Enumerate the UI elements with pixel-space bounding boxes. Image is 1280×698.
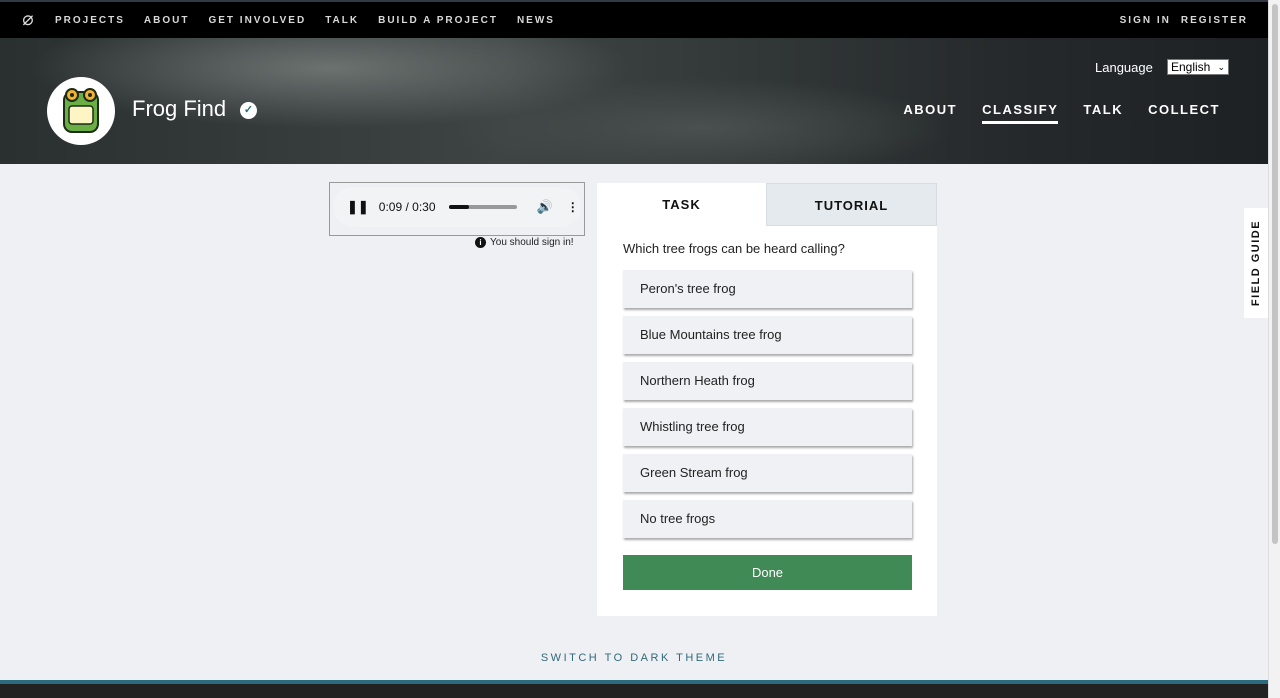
task-panel: TASK TUTORIAL Which tree frogs can be he… [597,183,937,616]
chevron-down-icon: ⌄ [1217,62,1225,72]
tab-tutorial[interactable]: TUTORIAL [766,183,937,226]
zooniverse-logo-icon[interactable]: ⌀ [19,10,37,29]
project-nav-collect[interactable]: COLLECT [1148,102,1220,124]
nav-projects[interactable]: PROJECTS [55,15,125,26]
language-select[interactable]: English ⌄ [1167,59,1229,75]
project-nav-classify[interactable]: CLASSIFY [982,102,1059,124]
register-link[interactable]: REGISTER [1181,15,1248,26]
sign-in-notice-text: You should sign in! [490,237,574,248]
footer [0,680,1268,698]
top-navigation: ⌀ PROJECTS ABOUT GET INVOLVED TALK BUILD… [0,0,1268,38]
nav-get-involved[interactable]: GET INVOLVED [208,15,306,26]
verified-check-icon: ✓ [240,102,257,119]
nav-news[interactable]: NEWS [517,15,555,26]
option-no-tree-frogs[interactable]: No tree frogs [623,500,912,538]
tab-task[interactable]: TASK [597,183,766,226]
switch-theme-button[interactable]: SWITCH TO DARK THEME [0,652,1268,664]
nav-about[interactable]: ABOUT [144,15,190,26]
option-blue-mountains-tree-frog[interactable]: Blue Mountains tree frog [623,316,912,354]
project-nav-talk[interactable]: TALK [1083,102,1123,124]
time-display: 0:09 / 0:30 [378,200,436,214]
scrollbar-thumb[interactable] [1272,4,1278,544]
option-green-stream-frog[interactable]: Green Stream frog [623,454,912,492]
done-button[interactable]: Done [623,555,912,590]
task-question: Which tree frogs can be heard calling? [623,241,845,256]
nav-build-project[interactable]: BUILD A PROJECT [378,15,498,26]
audio-player: ❚❚ 0:09 / 0:30 🔊 ⋮ [329,182,585,236]
info-icon: i [475,237,486,248]
nav-talk[interactable]: TALK [325,15,359,26]
project-nav-about[interactable]: ABOUT [903,102,957,124]
language-value: English [1171,60,1211,74]
sign-in-link[interactable]: SIGN IN [1120,15,1171,26]
seek-progress [448,205,469,209]
scrollbar[interactable] [1268,0,1280,698]
volume-icon[interactable]: 🔊 [537,199,553,215]
project-navigation: ABOUT CLASSIFY TALK COLLECT [903,102,1220,124]
frog-icon [63,88,99,133]
option-northern-heath-frog[interactable]: Northern Heath frog [623,362,912,400]
project-header: Frog Find ✓ Language English ⌄ ABOUT CLAS… [0,38,1268,164]
language-label: Language [1095,60,1153,75]
pause-icon[interactable]: ❚❚ [347,199,369,215]
field-guide-label: FIELD GUIDE [1250,219,1263,307]
option-whistling-tree-frog[interactable]: Whistling tree frog [623,408,912,446]
seek-slider[interactable] [448,205,517,209]
field-guide-tab[interactable]: FIELD GUIDE [1244,208,1268,318]
sign-in-notice: i You should sign in! [475,237,574,248]
project-title: Frog Find [132,96,227,121]
more-options-icon[interactable]: ⋮ [567,200,579,214]
project-avatar[interactable] [47,77,115,145]
option-perons-tree-frog[interactable]: Peron's tree frog [623,270,912,308]
